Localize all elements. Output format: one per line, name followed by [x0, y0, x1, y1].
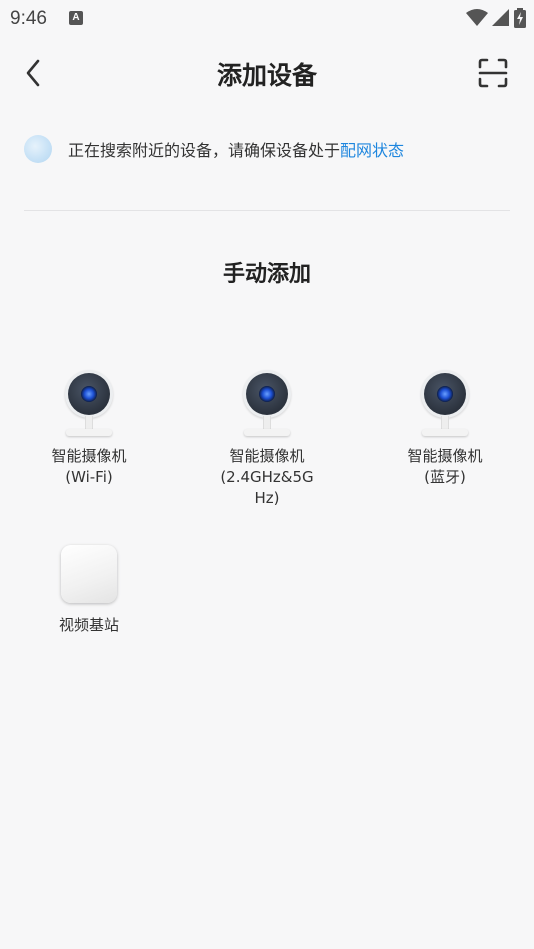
cellular-signal-icon: [492, 9, 509, 26]
device-label: 视频基站: [58, 616, 119, 634]
status-icons: [466, 8, 526, 28]
camera-icon: [237, 370, 297, 440]
device-camera-dual-band[interactable]: 智能摄像机 (2.4GHz&5G Hz): [197, 370, 337, 509]
scan-button[interactable]: [476, 56, 510, 90]
camera-icon: [59, 370, 119, 440]
status-bar: 9:46 A: [0, 0, 534, 36]
status-time: 9:46: [10, 8, 47, 29]
search-status: 正在搜索附近的设备，请确保设备处于 配网状态: [24, 134, 510, 164]
device-label: 智能摄像机 (2.4GHz&5G Hz): [220, 447, 314, 507]
page-title: 添加设备: [216, 61, 317, 90]
device-label: 智能摄像机 (蓝牙): [407, 447, 483, 486]
scan-icon: [478, 58, 508, 88]
a-notification-icon: A: [69, 11, 83, 25]
searching-indicator-icon: [24, 135, 52, 163]
divider: [24, 210, 510, 211]
app-bar: 添加设备: [0, 46, 534, 102]
wifi-icon: [466, 9, 488, 26]
base-station-icon: [61, 545, 117, 603]
manual-add-title: 手动添加: [222, 262, 311, 287]
device-label: 智能摄像机 (Wi-Fi): [51, 447, 127, 486]
battery-charging-icon: [514, 8, 526, 28]
device-video-base-station[interactable]: 视频基站: [19, 545, 159, 636]
device-camera-wifi[interactable]: 智能摄像机 (Wi-Fi): [19, 370, 159, 488]
camera-icon: [415, 370, 475, 440]
pairing-mode-link[interactable]: 配网状态: [340, 137, 404, 161]
search-status-text: 正在搜索附近的设备，请确保设备处于: [68, 141, 341, 160]
device-camera-bluetooth[interactable]: 智能摄像机 (蓝牙): [375, 370, 515, 488]
